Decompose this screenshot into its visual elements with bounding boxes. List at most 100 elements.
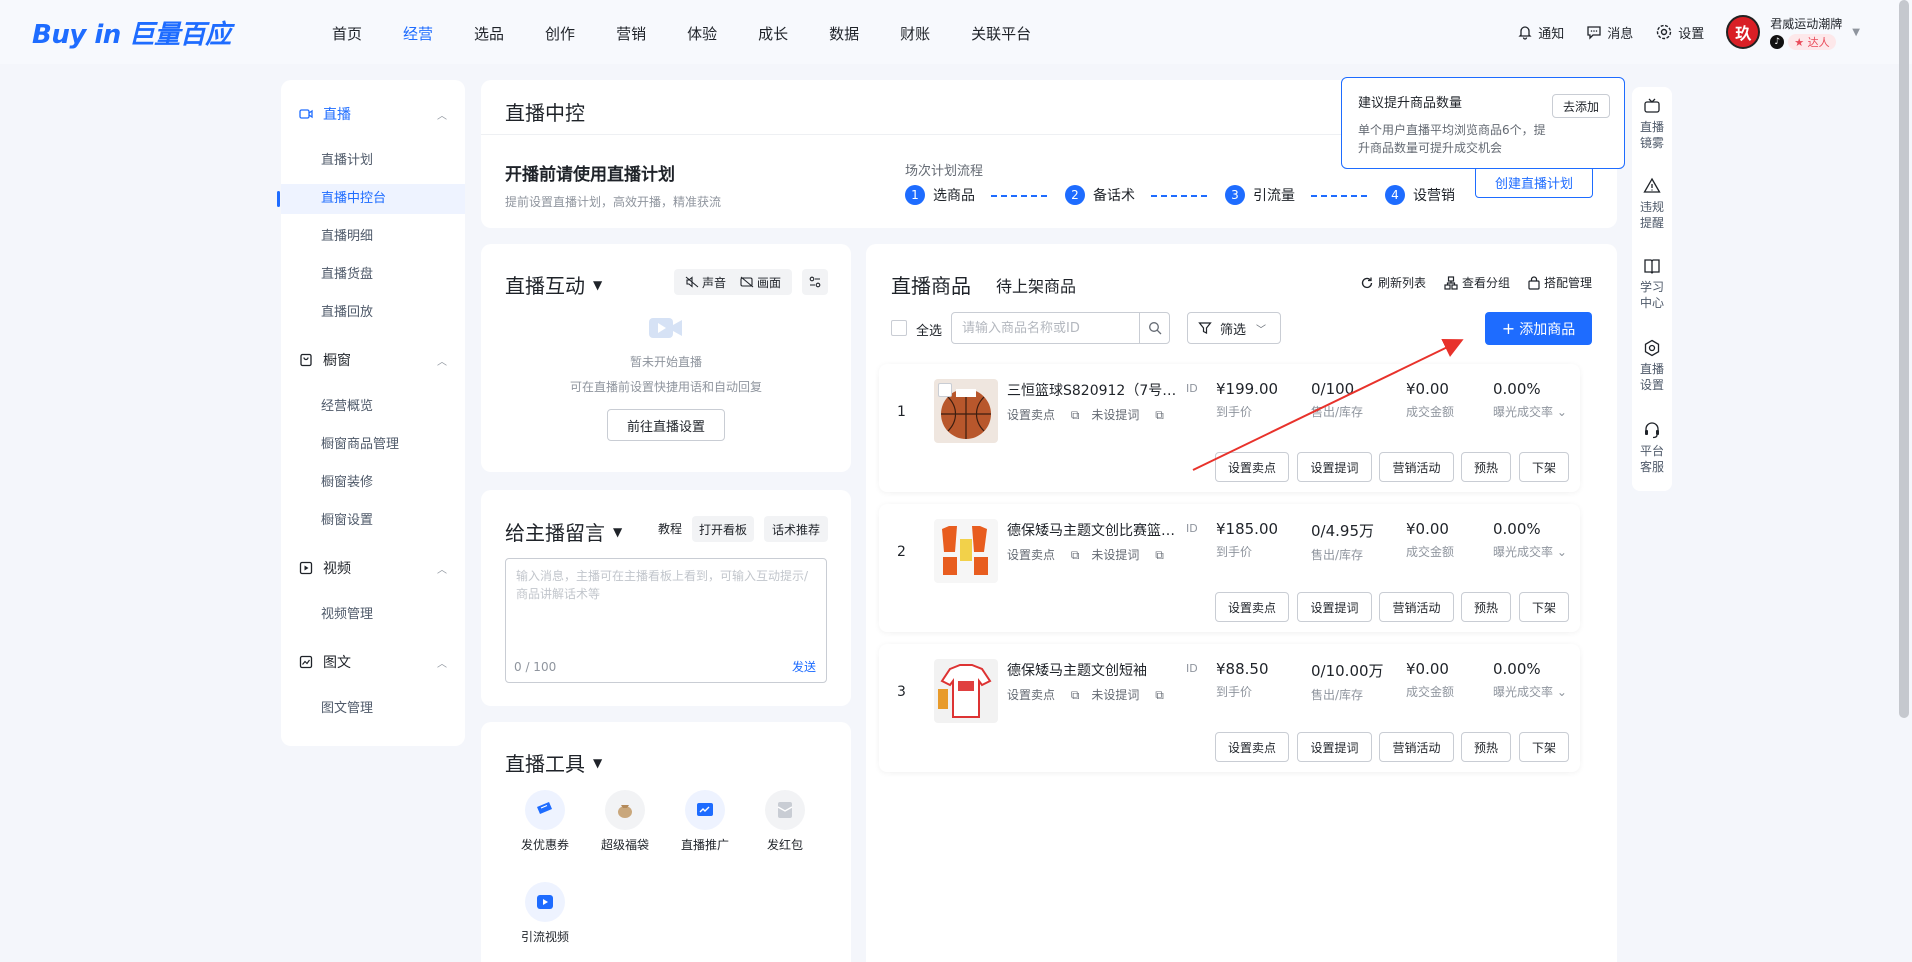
nav-creation[interactable]: 创作	[545, 23, 575, 44]
nav-growth[interactable]: 成长	[758, 23, 788, 44]
sound-toggle[interactable]: 声音	[685, 274, 726, 291]
chevron-down-icon[interactable]: ⌄	[1557, 545, 1567, 559]
nav-selection[interactable]: 选品	[474, 23, 504, 44]
interaction-settings-button[interactable]	[802, 269, 828, 295]
add-product-button[interactable]: + 添加商品	[1485, 312, 1592, 345]
preheat-button[interactable]: 预热	[1461, 592, 1511, 622]
settings-button[interactable]: 设置	[1655, 23, 1704, 42]
sidebar-group-live[interactable]: 直播 ︿	[281, 99, 465, 129]
marketing-button[interactable]: 营销活动	[1379, 592, 1454, 622]
tool-traffic-video[interactable]: 引流视频	[505, 882, 585, 945]
message-button[interactable]: 消息	[1586, 23, 1633, 42]
match-manage-button[interactable]: 搭配管理	[1528, 274, 1592, 291]
tab-live-products[interactable]: 直播商品	[891, 270, 971, 299]
sidebar-item-window-products[interactable]: 橱窗商品管理	[281, 430, 465, 460]
set-prompt-link[interactable]: 未设提词 ⧉	[1091, 406, 1163, 423]
set-prompt-button[interactable]: 设置提词	[1297, 732, 1372, 762]
set-selling-point-button[interactable]: 设置卖点	[1215, 452, 1289, 482]
nav-experience[interactable]: 体验	[687, 23, 717, 44]
delist-button[interactable]: 下架	[1519, 592, 1569, 622]
tools-title[interactable]: 直播工具 ▼	[505, 748, 602, 777]
product-image-jersey[interactable]	[934, 519, 998, 583]
avatar[interactable]: 玖	[1726, 15, 1761, 49]
sidebar-item-live-goods[interactable]: 直播货盘	[281, 260, 465, 290]
view-group-button[interactable]: 查看分组	[1444, 274, 1510, 291]
set-selling-point-button[interactable]: 设置卖点	[1215, 592, 1289, 622]
sidebar-group-graphic[interactable]: 图文 ︿	[281, 647, 465, 677]
tab-pending-products[interactable]: 待上架商品	[996, 273, 1076, 297]
rightbar-live-settings[interactable]: 直播 设置	[1632, 339, 1672, 393]
go-add-button[interactable]: 去添加	[1552, 94, 1610, 118]
refresh-list-button[interactable]: 刷新列表	[1360, 274, 1426, 291]
screen-toggle[interactable]: 画面	[740, 274, 781, 291]
product-id-tag[interactable]: ID	[1186, 662, 1198, 675]
sidebar-item-video-manage[interactable]: 视频管理	[281, 600, 465, 630]
sidebar-group-window[interactable]: 橱窗 ︿	[281, 345, 465, 375]
set-selling-point-button[interactable]: 设置卖点	[1215, 732, 1289, 762]
nav-home[interactable]: 首页	[332, 23, 362, 44]
nav-operation[interactable]: 经营	[403, 23, 433, 44]
sidebar-item-window-decor[interactable]: 橱窗装修	[281, 468, 465, 498]
chevron-down-icon[interactable]: ⌄	[1557, 405, 1567, 419]
marketing-button[interactable]: 营销活动	[1379, 732, 1454, 762]
rightbar-violation-alert[interactable]: 违规 提醒	[1632, 177, 1672, 231]
open-board-button[interactable]: 打开看板	[692, 516, 754, 542]
sidebar-item-live-console[interactable]: 直播中控台	[277, 184, 465, 214]
brand-logo[interactable]: Buy in 巨量百应	[32, 14, 231, 51]
sidebar-group-video[interactable]: 视频 ︿	[281, 553, 465, 583]
product-name[interactable]: 德保矮马主题文创比赛篮球服	[1007, 520, 1182, 540]
nav-related-platforms[interactable]: 关联平台	[971, 23, 1031, 44]
tool-lucky-bag[interactable]: 超级福袋	[585, 790, 665, 853]
notify-button[interactable]: 通知	[1517, 23, 1564, 42]
rightbar-live-mirror[interactable]: 直播 镜雾	[1632, 97, 1672, 151]
set-prompt-link[interactable]: 未设提词 ⧉	[1091, 686, 1163, 703]
product-name[interactable]: 三恒篮球S820912（7号PU篮球）	[1007, 380, 1182, 400]
message-title[interactable]: 给主播留言 ▼	[505, 517, 622, 546]
product-checkbox[interactable]	[938, 383, 952, 397]
product-id-tag[interactable]: ID	[1186, 522, 1198, 535]
delist-button[interactable]: 下架	[1519, 452, 1569, 482]
search-button[interactable]	[1139, 313, 1169, 343]
preheat-button[interactable]: 预热	[1461, 732, 1511, 762]
nav-finance[interactable]: 财账	[900, 23, 930, 44]
product-image-tshirt[interactable]	[934, 659, 998, 723]
sidebar-item-overview[interactable]: 经营概览	[281, 392, 465, 422]
goto-live-settings-button[interactable]: 前往直播设置	[607, 409, 725, 441]
set-prompt-button[interactable]: 设置提词	[1297, 592, 1372, 622]
set-selling-point-link[interactable]: 设置卖点 ⧉	[1007, 686, 1079, 703]
set-prompt-link[interactable]: 未设提词 ⧉	[1091, 546, 1163, 563]
set-selling-point-link[interactable]: 设置卖点 ⧉	[1007, 546, 1079, 563]
message-input[interactable]: 输入消息，主播可在主播看板上看到，可输入互动提示/商品讲解话术等 0 / 100…	[505, 558, 827, 683]
marketing-button[interactable]: 营销活动	[1379, 452, 1454, 482]
tool-red-packet[interactable]: 发红包	[745, 790, 825, 853]
select-all-checkbox[interactable]	[891, 320, 907, 336]
sidebar-item-window-settings[interactable]: 橱窗设置	[281, 506, 465, 536]
preheat-button[interactable]: 预热	[1461, 452, 1511, 482]
interaction-title[interactable]: 直播互动 ▼	[505, 270, 602, 299]
sidebar-item-live-replay[interactable]: 直播回放	[281, 298, 465, 328]
delist-button[interactable]: 下架	[1519, 732, 1569, 762]
tool-coupon[interactable]: 发优惠券	[505, 790, 585, 853]
set-selling-point-link[interactable]: 设置卖点 ⧉	[1007, 406, 1079, 423]
tool-promotion[interactable]: 直播推广	[665, 790, 745, 853]
sidebar-item-graphic-manage[interactable]: 图文管理	[281, 694, 465, 724]
tutorial-link[interactable]: 教程	[658, 520, 682, 537]
send-button[interactable]: 发送	[792, 658, 816, 676]
script-recommend-button[interactable]: 话术推荐	[764, 516, 828, 542]
nav-data[interactable]: 数据	[829, 23, 859, 44]
rightbar-learning-center[interactable]: 学习 中心	[1632, 257, 1672, 311]
product-name[interactable]: 德保矮马主题文创短袖	[1007, 660, 1182, 680]
filter-button[interactable]: 筛选 ﹀	[1187, 312, 1281, 344]
rightbar-customer-service[interactable]: 平台 客服	[1632, 421, 1672, 475]
sidebar-item-live-details[interactable]: 直播明细	[281, 222, 465, 252]
set-prompt-button[interactable]: 设置提词	[1297, 452, 1372, 482]
user-info[interactable]: 君威运动潮牌 ♪ ★ 达人	[1770, 15, 1842, 50]
page-scrollbar[interactable]	[1899, 0, 1909, 718]
product-id-tag[interactable]: ID	[1186, 382, 1198, 395]
sidebar-item-live-plan[interactable]: 直播计划	[281, 146, 465, 176]
chevron-down-icon[interactable]: ▼	[1852, 27, 1860, 38]
chevron-down-icon[interactable]: ⌄	[1557, 685, 1567, 699]
create-plan-button[interactable]: 创建直播计划	[1475, 166, 1593, 198]
nav-marketing[interactable]: 营销	[616, 23, 646, 44]
product-search-input[interactable]	[952, 313, 1139, 343]
